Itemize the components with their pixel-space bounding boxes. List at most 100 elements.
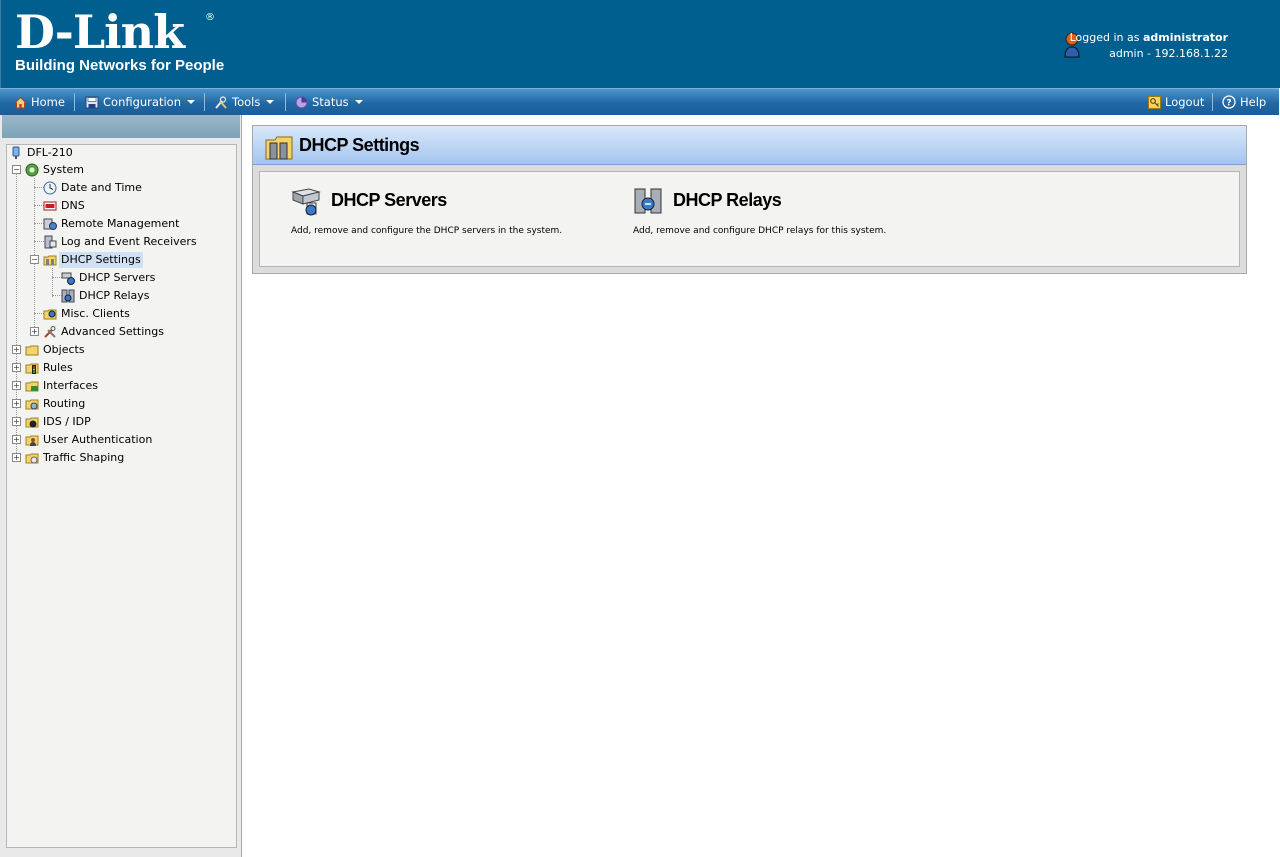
tree-item-dhcp-servers[interactable]: DHCP Servers	[61, 270, 157, 286]
tree-item-dns[interactable]: DNS	[43, 198, 87, 214]
dhcp-relay-icon	[634, 188, 662, 214]
tree-item-system[interactable]: System	[25, 162, 86, 178]
dhcp-settings-panel: DHCP Settings DHCP Servers Add, remove a…	[252, 125, 1247, 274]
dhcp-servers-link[interactable]: DHCP Servers	[331, 190, 447, 211]
menu-separator	[1212, 93, 1213, 111]
tree-item-dhcp-relays[interactable]: DHCP Relays	[61, 288, 152, 304]
home-icon	[14, 96, 27, 108]
tree-label: IDS / IDP	[43, 415, 91, 428]
menubar: Home Configuration Tools Status Logout ?…	[0, 88, 1279, 115]
header: D-Link ® Building Networks for People Lo…	[0, 0, 1280, 88]
tree-label: Advanced Settings	[61, 325, 164, 338]
routing-icon	[25, 399, 39, 410]
expand-toggle[interactable]: +	[12, 345, 21, 354]
tree-item-ids-idp[interactable]: IDS / IDP	[25, 414, 93, 430]
navigation-tree: DFL-210 − System Date and Time DNS Remot…	[6, 144, 237, 848]
menu-tools[interactable]: Tools	[214, 93, 275, 111]
expand-toggle[interactable]: +	[12, 399, 21, 408]
expand-toggle[interactable]: +	[12, 435, 21, 444]
tree-label: Interfaces	[43, 379, 98, 392]
expand-toggle[interactable]: +	[30, 327, 39, 336]
tree-label: DNS	[61, 199, 85, 212]
ids-idp-icon	[25, 417, 39, 428]
tree-item-remote-management[interactable]: Remote Management	[43, 216, 181, 232]
dhcp-folder-icon	[265, 136, 293, 160]
panel-body: DHCP Servers Add, remove and configure t…	[259, 171, 1240, 267]
svg-text:?: ?	[1226, 99, 1231, 109]
logo-registered-mark: ®	[205, 12, 215, 23]
menu-status-label: Status	[312, 95, 349, 109]
tree-item-misc-clients[interactable]: Misc. Clients	[43, 306, 132, 322]
logged-in-user: administrator	[1142, 31, 1228, 44]
key-icon	[1148, 95, 1161, 109]
tree-label: System	[43, 163, 85, 176]
help-icon: ?	[1222, 95, 1236, 109]
tree-item-log-and-event-receivers[interactable]: Log and Event Receivers	[43, 234, 199, 250]
dhcp-relays-link[interactable]: DHCP Relays	[673, 190, 782, 211]
save-icon	[85, 96, 99, 108]
dhcp-server-icon	[291, 188, 321, 216]
navigation-panel-header	[2, 115, 240, 138]
clock-icon	[43, 181, 57, 195]
menu-configuration[interactable]: Configuration	[85, 93, 195, 111]
expand-toggle[interactable]: +	[12, 363, 21, 372]
menu-tools-label: Tools	[232, 95, 261, 109]
dns-icon	[43, 201, 57, 211]
menu-separator	[285, 93, 286, 111]
tree-item-rules[interactable]: Rules	[25, 360, 75, 376]
chevron-down-icon	[354, 100, 363, 104]
menu-status[interactable]: Status	[295, 93, 363, 111]
tree-guide-line	[16, 168, 17, 459]
misc-clients-icon	[43, 309, 57, 320]
tree-label: Log and Event Receivers	[61, 235, 197, 248]
device-icon	[12, 146, 20, 159]
expand-toggle[interactable]: +	[12, 453, 21, 462]
dhcp-relays-description: Add, remove and configure DHCP relays fo…	[633, 226, 887, 236]
tree-item-traffic-shaping[interactable]: Traffic Shaping	[25, 450, 126, 466]
folder-icon	[25, 345, 39, 356]
tree-item-date-and-time[interactable]: Date and Time	[43, 180, 144, 196]
tree-label: Misc. Clients	[61, 307, 130, 320]
dhcp-folder-icon	[43, 255, 57, 266]
chevron-down-icon	[187, 100, 195, 104]
menu-configuration-label: Configuration	[103, 95, 181, 109]
user-authentication-icon	[25, 435, 39, 446]
tree-item-objects[interactable]: Objects	[25, 342, 87, 358]
tree-label: Rules	[43, 361, 73, 374]
help-button[interactable]: ? Help	[1222, 93, 1266, 111]
tree-label: DHCP Servers	[79, 271, 156, 284]
dhcp-relay-icon	[61, 289, 75, 303]
tree-item-routing[interactable]: Routing	[25, 396, 87, 412]
dhcp-server-icon	[61, 272, 75, 285]
tree-label: DFL-210	[27, 146, 73, 159]
dhcp-servers-description: Add, remove and configure the DHCP serve…	[291, 226, 563, 236]
system-gear-icon	[25, 163, 39, 177]
menu-separator	[74, 93, 75, 111]
expand-toggle[interactable]: +	[12, 381, 21, 390]
tree-item-dfl-210[interactable]: DFL-210	[9, 145, 75, 161]
logout-button[interactable]: Logout	[1148, 93, 1204, 111]
tree-item-dhcp-settings[interactable]: DHCP Settings	[43, 252, 143, 268]
collapse-toggle[interactable]: −	[12, 165, 21, 174]
tree-label: Remote Management	[61, 217, 180, 230]
rules-traffic-light-icon	[25, 363, 39, 374]
advanced-tools-icon	[44, 326, 56, 338]
collapse-toggle[interactable]: −	[30, 255, 39, 264]
tree-item-user-authentication[interactable]: User Authentication	[25, 432, 154, 448]
tree-item-advanced-settings[interactable]: Advanced Settings	[43, 324, 166, 340]
session-info: admin - 192.168.1.22	[1109, 47, 1228, 60]
tree-label: DHCP Settings	[59, 252, 143, 268]
tree-label: Objects	[43, 343, 85, 356]
navigation-panel: DFL-210 − System Date and Time DNS Remot…	[0, 115, 242, 857]
tree-guide-line	[52, 268, 53, 297]
remote-management-icon	[43, 218, 57, 230]
user-info: Logged in as administrator admin - 192.1…	[1070, 30, 1228, 62]
traffic-shaping-icon	[25, 453, 39, 464]
tree-label: Routing	[43, 397, 86, 410]
menu-home[interactable]: Home	[14, 93, 65, 111]
logout-label: Logout	[1165, 95, 1205, 109]
tree-item-interfaces[interactable]: Interfaces	[25, 378, 100, 394]
chevron-down-icon	[266, 100, 275, 104]
tree-label: User Authentication	[43, 433, 153, 446]
expand-toggle[interactable]: +	[12, 417, 21, 426]
